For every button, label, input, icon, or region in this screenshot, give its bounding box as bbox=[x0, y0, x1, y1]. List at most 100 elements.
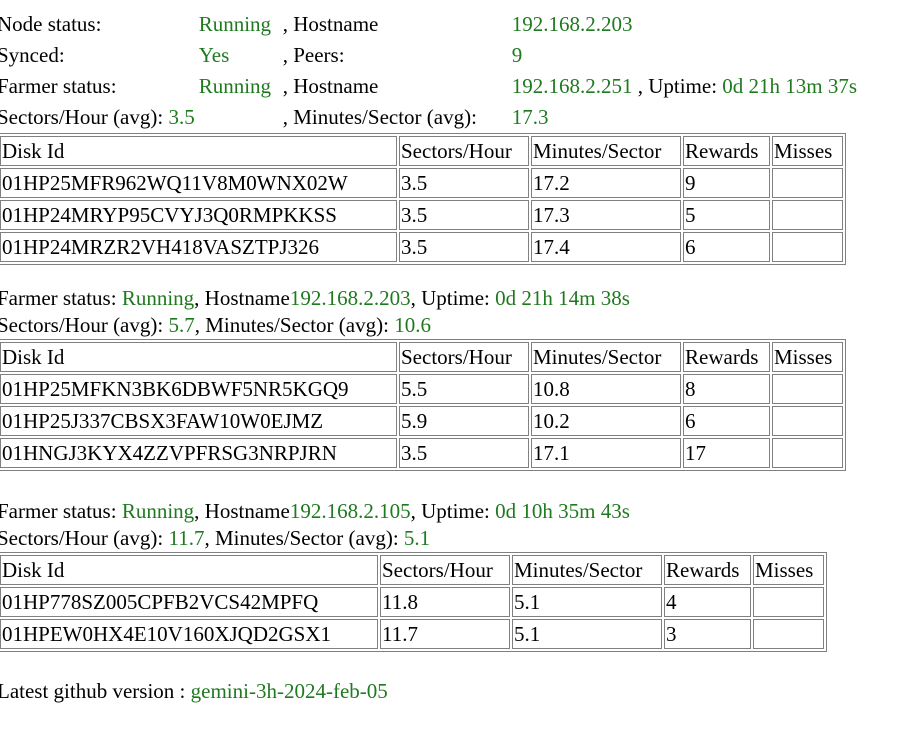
column-header-rewards: Rewards bbox=[683, 342, 770, 372]
farmer1-disk-table: Disk Id Sectors/Hour Minutes/Sector Rewa… bbox=[0, 133, 846, 265]
misses-cell bbox=[772, 406, 843, 436]
column-header-sectors-hour: Sectors/Hour bbox=[399, 342, 529, 372]
farmer2-status-value: Running bbox=[121, 286, 195, 310]
rewards-cell: 3 bbox=[664, 619, 751, 649]
table-row: 01HNGJ3KYX4ZZVPFRSG3NRPJRN 3.5 17.1 17 bbox=[0, 438, 843, 468]
rewards-cell: 9 bbox=[683, 168, 770, 198]
disk-id-cell: 01HP25MFR962WQ11V8M0WNX02W bbox=[0, 168, 397, 198]
rewards-cell: 5 bbox=[683, 200, 770, 230]
node-status-label: Node status: bbox=[0, 12, 102, 36]
farmer3-disk-table: Disk Id Sectors/Hour Minutes/Sector Rewa… bbox=[0, 552, 827, 652]
farmer2-status-label: Farmer status: bbox=[0, 286, 122, 310]
farmer1-host-uptime: 192.168.2.251 , Uptime: 0d 21h 13m 37s bbox=[512, 71, 857, 102]
misses-cell bbox=[772, 438, 843, 468]
rewards-cell: 17 bbox=[683, 438, 770, 468]
farmer2-hostname-label: , Hostname bbox=[194, 286, 290, 310]
column-header-minutes-sector: Minutes/Sector bbox=[531, 342, 681, 372]
farmer1-uptime-label: , Uptime: bbox=[637, 74, 718, 98]
node-hostname-value: 192.168.2.203 bbox=[511, 12, 633, 36]
farmer3-status-value: Running bbox=[121, 499, 195, 523]
farmer1-sph-value: 3.5 bbox=[168, 105, 195, 129]
farmer2-sph-label: Sectors/Hour (avg): bbox=[0, 313, 169, 337]
peers-value: 9 bbox=[511, 43, 523, 67]
misses-cell bbox=[772, 168, 843, 198]
synced-label: Synced: bbox=[0, 43, 65, 67]
farmer2-uptime-label: , Uptime: bbox=[410, 286, 496, 310]
node-hostname-label: , Hostname bbox=[282, 12, 379, 36]
farmer3-hostname-label: , Hostname bbox=[194, 499, 290, 523]
table-header-row: Disk Id Sectors/Hour Minutes/Sector Rewa… bbox=[0, 555, 824, 585]
minutes-sector-cell: 5.1 bbox=[512, 587, 662, 617]
farmer2-avg-line: Sectors/Hour (avg): 5.7, Minutes/Sector … bbox=[0, 312, 915, 339]
column-header-disk-id: Disk Id bbox=[0, 342, 397, 372]
disk-id-cell: 01HPEW0HX4E10V160XJQD2GSX1 bbox=[0, 619, 378, 649]
node-synced-row: Synced: Yes , Peers: 9 bbox=[0, 40, 857, 71]
sectors-hour-cell: 11.8 bbox=[380, 587, 510, 617]
farmer2-disk-table: Disk Id Sectors/Hour Minutes/Sector Rewa… bbox=[0, 339, 846, 471]
farmer1-hostname-label: , Hostname bbox=[282, 74, 379, 98]
minutes-sector-cell: 17.4 bbox=[531, 232, 681, 262]
sectors-hour-cell: 3.5 bbox=[399, 438, 529, 468]
peers-label: , Peers: bbox=[282, 43, 345, 67]
synced-value: Yes bbox=[198, 43, 230, 67]
disk-id-cell: 01HP778SZ005CPFB2VCS42MPFQ bbox=[0, 587, 378, 617]
farmer3-uptime-value: 0d 10h 35m 43s bbox=[495, 499, 630, 523]
column-header-misses: Misses bbox=[753, 555, 824, 585]
misses-cell bbox=[772, 374, 843, 404]
column-header-sectors-hour: Sectors/Hour bbox=[399, 136, 529, 166]
minutes-sector-cell: 10.8 bbox=[531, 374, 681, 404]
column-header-misses: Misses bbox=[772, 342, 843, 372]
minutes-sector-cell: 17.3 bbox=[531, 200, 681, 230]
rewards-cell: 4 bbox=[664, 587, 751, 617]
minutes-sector-cell: 5.1 bbox=[512, 619, 662, 649]
farmer3-status-line: Farmer status: Running, Hostname192.168.… bbox=[0, 498, 915, 525]
column-header-rewards: Rewards bbox=[664, 555, 751, 585]
column-header-sectors-hour: Sectors/Hour bbox=[380, 555, 510, 585]
farmer2-mps-label: , Minutes/Sector (avg): bbox=[194, 313, 395, 337]
table-row: 01HP25MFR962WQ11V8M0WNX02W 3.5 17.2 9 bbox=[0, 168, 843, 198]
farmer1-sph-label: Sectors/Hour (avg): bbox=[0, 105, 164, 129]
rewards-cell: 6 bbox=[683, 232, 770, 262]
misses-cell bbox=[772, 232, 843, 262]
sectors-hour-cell: 3.5 bbox=[399, 168, 529, 198]
sectors-hour-cell: 5.9 bbox=[399, 406, 529, 436]
node-status-row: Node status: Running , Hostname 192.168.… bbox=[0, 9, 857, 40]
github-version-line: Latest github version : gemini-3h-2024-f… bbox=[0, 678, 915, 705]
farmer1-spacer bbox=[199, 102, 283, 133]
farmer3-avg-line: Sectors/Hour (avg): 11.7, Minutes/Sector… bbox=[0, 525, 915, 552]
farmer1-status-label: Farmer status: bbox=[0, 74, 117, 98]
farmer1-avg-row: Sectors/Hour (avg): 3.5 , Minutes/Sector… bbox=[0, 102, 857, 133]
sectors-hour-cell: 11.7 bbox=[380, 619, 510, 649]
farmer1-status-row: Farmer status: Running , Hostname 192.16… bbox=[0, 71, 857, 102]
misses-cell bbox=[753, 619, 824, 649]
farmer1-status-value: Running bbox=[198, 74, 272, 98]
farmer2-sph-value: 5.7 bbox=[168, 313, 195, 337]
farmer2-mps-value: 10.6 bbox=[394, 313, 431, 337]
farmer1-mps-value: 17.3 bbox=[511, 105, 549, 129]
misses-cell bbox=[772, 200, 843, 230]
disk-id-cell: 01HP24MRZR2VH418VASZTPJ326 bbox=[0, 232, 397, 262]
table-row: 01HP778SZ005CPFB2VCS42MPFQ 11.8 5.1 4 bbox=[0, 587, 824, 617]
table-row: 01HP25MFKN3BK6DBWF5NR5KGQ9 5.5 10.8 8 bbox=[0, 374, 843, 404]
table-header-row: Disk Id Sectors/Hour Minutes/Sector Rewa… bbox=[0, 136, 843, 166]
disk-id-cell: 01HP24MRYP95CVYJ3Q0RMPKKSS bbox=[0, 200, 397, 230]
disk-id-cell: 01HP25J337CBSX3FAW10W0EJMZ bbox=[0, 406, 397, 436]
minutes-sector-cell: 10.2 bbox=[531, 406, 681, 436]
farmer2-status-line: Farmer status: Running, Hostname192.168.… bbox=[0, 285, 915, 312]
column-header-misses: Misses bbox=[772, 136, 843, 166]
node-status-value: Running bbox=[198, 12, 272, 36]
table-row: 01HP24MRYP95CVYJ3Q0RMPKKSS 3.5 17.3 5 bbox=[0, 200, 843, 230]
status-page: Node status: Running , Hostname 192.168.… bbox=[0, 9, 915, 705]
disk-id-cell: 01HP25MFKN3BK6DBWF5NR5KGQ9 bbox=[0, 374, 397, 404]
farmer2-hostname-value: 192.168.2.203 bbox=[289, 286, 411, 310]
table-header-row: Disk Id Sectors/Hour Minutes/Sector Rewa… bbox=[0, 342, 843, 372]
disk-id-cell: 01HNGJ3KYX4ZZVPFRSG3NRPJRN bbox=[0, 438, 397, 468]
rewards-cell: 8 bbox=[683, 374, 770, 404]
sectors-hour-cell: 3.5 bbox=[399, 232, 529, 262]
table-row: 01HP24MRZR2VH418VASZTPJ326 3.5 17.4 6 bbox=[0, 232, 843, 262]
column-header-disk-id: Disk Id bbox=[0, 555, 378, 585]
rewards-cell: 6 bbox=[683, 406, 770, 436]
